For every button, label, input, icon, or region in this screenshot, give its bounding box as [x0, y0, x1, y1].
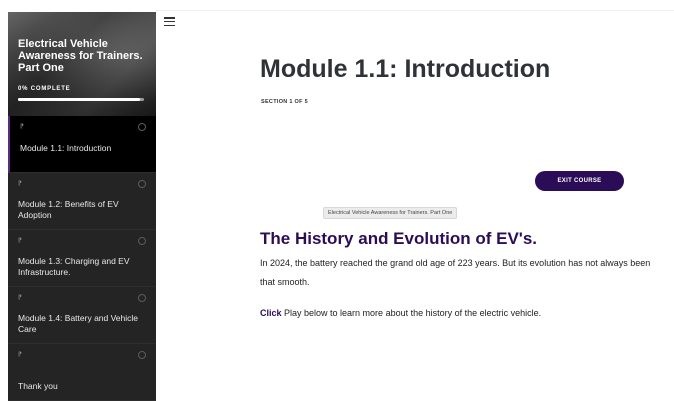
text-lesson-icon: ⁋ [18, 238, 22, 244]
text-lesson-icon: ⁋ [18, 352, 22, 358]
course-sidebar: Electrical Vehicle Awareness for Trainer… [8, 12, 156, 401]
page-title: Module 1.1: Introduction [260, 55, 551, 83]
section-indicator: SECTION 1 OF 5 [261, 99, 308, 105]
sidebar-item-label: Module 1.4: Battery and Vehicle Care [18, 313, 139, 334]
exit-course-button[interactable]: EXIT COURSE [535, 171, 624, 191]
sidebar-item-label: Thank you [18, 381, 58, 391]
top-divider [156, 10, 674, 11]
sidebar-item-module-1-2[interactable]: ⁋ Module 1.2: Benefits of EV Adoption [8, 173, 156, 230]
sidebar-item-module-1-4[interactable]: ⁋ Module 1.4: Battery and Vehicle Care [8, 287, 156, 344]
sidebar-item-module-1-1[interactable]: ⁋ Module 1.1: Introduction [8, 116, 156, 173]
sidebar-item-module-1-3[interactable]: ⁋ Module 1.3: Charging and EV Infrastruc… [8, 230, 156, 287]
status-circle-icon [138, 123, 146, 131]
progress-bar [18, 98, 144, 101]
sidebar-item-thank-you[interactable]: ⁋ Thank you [8, 344, 156, 401]
course-title: Electrical Vehicle Awareness for Trainer… [18, 38, 143, 74]
play-instruction: Click Play below to learn more about the… [260, 308, 541, 318]
instruction-text: Play below to learn more about the histo… [281, 308, 542, 318]
progress-text: 0% COMPLETE [18, 86, 71, 92]
click-emphasis: Click [260, 308, 282, 318]
body-paragraph: In 2024, the battery reached the grand o… [260, 258, 651, 287]
status-circle-icon [138, 351, 146, 359]
text-lesson-icon: ⁋ [18, 181, 22, 187]
progress-bar-fill [18, 98, 141, 101]
text-lesson-icon: ⁋ [20, 124, 24, 130]
sidebar-item-label: Module 1.3: Charging and EV Infrastructu… [18, 256, 130, 277]
status-circle-icon [138, 237, 146, 245]
section-heading: The History and Evolution of EV's. [260, 229, 538, 248]
status-circle-icon [138, 180, 146, 188]
sidebar-item-label: Module 1.2: Benefits of EV Adoption [18, 199, 119, 220]
course-title-tooltip: Electrical Vehicle Awareness for Trainer… [323, 207, 458, 219]
hamburger-menu-icon[interactable] [164, 17, 175, 27]
course-hero-banner: Electrical Vehicle Awareness for Trainer… [8, 12, 156, 116]
text-lesson-icon: ⁋ [18, 295, 22, 301]
sidebar-item-label: Module 1.1: Introduction [20, 143, 112, 153]
status-circle-icon [138, 294, 146, 302]
